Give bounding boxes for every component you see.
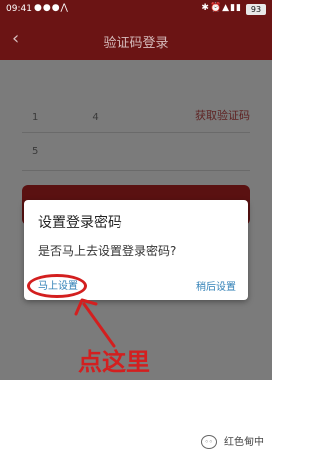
code-row: 5 [22, 134, 250, 171]
highlight-ellipse [27, 274, 87, 298]
wechat-icon: ◦◦ [200, 435, 217, 449]
bottom-area [0, 380, 272, 463]
annotation-text: 点这里 [78, 348, 150, 376]
phone-input[interactable]: 1 4 [32, 108, 105, 123]
footer-credit: ◦◦ 红色甸中 [200, 433, 264, 449]
dialog-title: 设置登录密码 [38, 215, 122, 231]
get-code-button[interactable]: 获取验证码 [195, 107, 250, 123]
phone-row: 1 4 获取验证码 [22, 96, 250, 133]
signal-icons: ✱⏰▲▮▮ [201, 3, 242, 13]
app-screen: 09:41 ●●●⋀ ✱⏰▲▮▮ 93 ‹ 验证码登录 1 4 获取验证码 5 … [0, 0, 272, 463]
status-time: 09:41 [6, 4, 32, 14]
page-title: 验证码登录 [103, 36, 169, 51]
set-later-button[interactable]: 稍后设置 [196, 278, 236, 293]
watermark-logo: K73 游戏之家 [118, 214, 238, 254]
code-input[interactable]: 5 [32, 146, 44, 157]
battery-icon: 93 [246, 4, 266, 15]
watermark-sub: 游戏之家 [156, 224, 196, 235]
notification-icons: ●●●⋀ [34, 3, 69, 13]
account-name: 红色甸中 [224, 437, 264, 448]
title-bar: ‹ 验证码登录 [0, 20, 272, 60]
status-bar: 09:41 ●●●⋀ ✱⏰▲▮▮ 93 [0, 0, 272, 20]
